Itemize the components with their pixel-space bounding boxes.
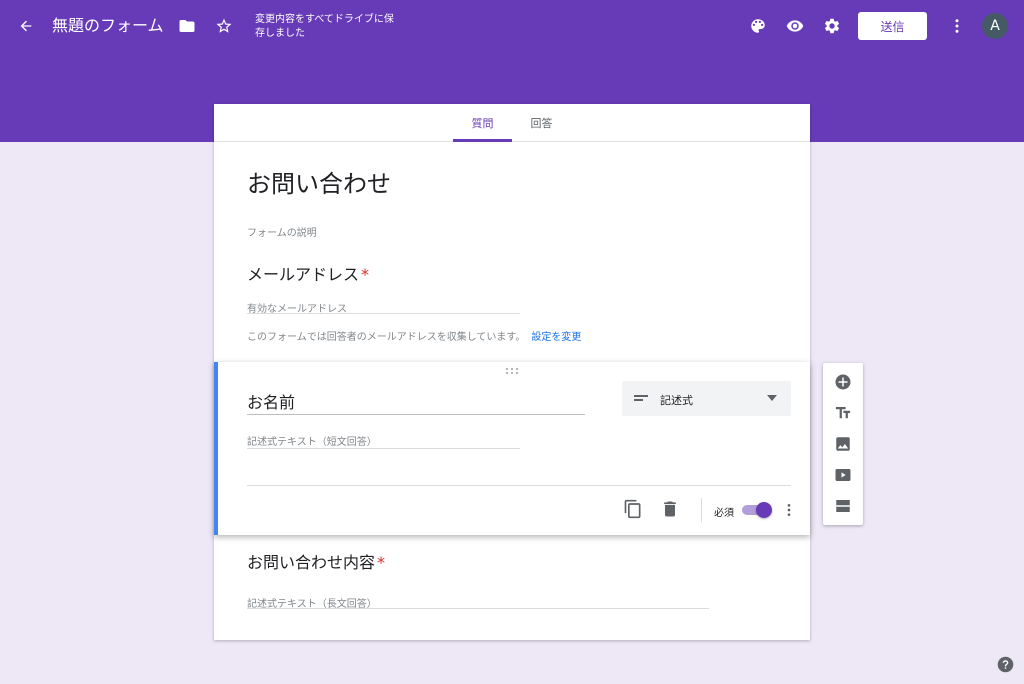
chevron-down-icon <box>767 395 777 401</box>
toggle-knob <box>756 502 772 518</box>
long-answer-underline <box>247 608 709 609</box>
active-question-card[interactable]: お名前 記述式 記述式テキスト（短文回答） 必須 <box>214 362 810 535</box>
star-icon[interactable] <box>212 14 236 38</box>
change-settings-link[interactable]: 設定を変更 <box>531 332 581 343</box>
short-text-icon <box>634 395 648 401</box>
folder-icon[interactable] <box>175 14 199 38</box>
add-title-icon[interactable] <box>831 401 855 425</box>
add-video-icon[interactable] <box>831 463 855 487</box>
question-title-input[interactable]: お名前 <box>247 392 295 414</box>
form-title[interactable]: お問い合わせ <box>247 168 391 200</box>
tab-responses[interactable]: 回答 <box>512 104 571 142</box>
email-collection-note: このフォームでは回答者のメールアドレスを収集しています。 設定を変更 <box>247 328 581 343</box>
active-indicator-bar <box>214 362 218 535</box>
email-note-text: このフォームでは回答者のメールアドレスを収集しています。 <box>247 332 526 343</box>
question-type-dropdown[interactable]: 記述式 <box>622 381 791 416</box>
question-more-vert-icon[interactable] <box>781 501 797 519</box>
short-answer-underline <box>247 448 520 449</box>
question-footer-divider <box>247 485 791 486</box>
settings-gear-icon[interactable] <box>820 14 844 38</box>
form-description-placeholder[interactable]: フォームの説明 <box>247 224 317 239</box>
email-question-label: メールアドレス <box>247 265 360 284</box>
short-answer-placeholder: 記述式テキスト（短文回答） <box>247 437 377 448</box>
active-tab-indicator <box>453 139 512 142</box>
duplicate-icon[interactable] <box>623 499 643 519</box>
email-question-title: メールアドレス * <box>247 264 369 286</box>
add-question-icon[interactable] <box>831 370 855 394</box>
footer-vertical-divider <box>701 498 702 522</box>
palette-icon[interactable] <box>746 14 770 38</box>
more-vert-icon[interactable] <box>945 14 969 38</box>
save-status-text: 変更内容をすべてドライブに保存しました <box>255 14 394 39</box>
tab-bar: 質問 回答 <box>214 104 810 142</box>
email-field-underline <box>247 313 520 314</box>
add-section-icon[interactable] <box>831 494 855 518</box>
add-image-icon[interactable] <box>831 432 855 456</box>
drag-handle-icon[interactable] <box>504 367 520 375</box>
tab-questions[interactable]: 質問 <box>453 104 512 142</box>
question-title-underline <box>247 414 585 415</box>
delete-trash-icon[interactable] <box>660 499 680 519</box>
inquiry-question-label: お問い合わせ内容 <box>247 553 376 572</box>
required-mark: * <box>361 265 370 284</box>
required-toggle[interactable] <box>742 502 772 518</box>
inquiry-question-title: お問い合わせ内容 * <box>247 552 385 574</box>
form-doc-title[interactable]: 無題のフォーム <box>52 15 164 37</box>
question-type-label: 記述式 <box>660 394 693 407</box>
account-avatar[interactable]: A <box>982 13 1008 39</box>
preview-eye-icon[interactable] <box>783 14 807 38</box>
send-button[interactable]: 送信 <box>858 12 927 40</box>
help-icon[interactable] <box>997 656 1014 673</box>
arrow-back-icon[interactable] <box>14 14 38 38</box>
required-mark: * <box>377 553 386 572</box>
required-toggle-label: 必須 <box>714 508 734 519</box>
floating-toolbar <box>823 363 863 525</box>
